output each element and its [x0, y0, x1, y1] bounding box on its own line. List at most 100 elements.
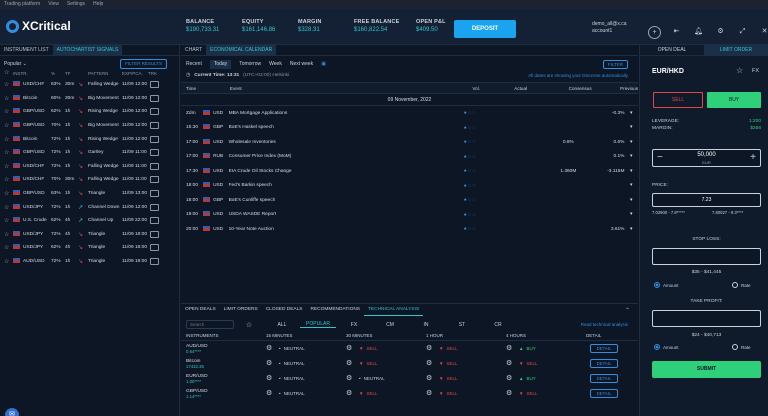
signal-row[interactable]: ☆ GBP/USD 72% 1h ↘ Gartley 11/09 11:00 [0, 146, 179, 160]
tp-radio-rate[interactable]: Rate [732, 344, 751, 350]
filter-popular[interactable]: POPULAR [300, 321, 336, 328]
calendar-row[interactable]: 18:00 GBP BoE's Cunliffe speech ● ◌ ◌ ▾ [181, 193, 638, 208]
close-icon[interactable]: ✕ [758, 26, 768, 39]
track-checkbox[interactable] [150, 135, 159, 143]
star-icon[interactable]: ☆ [4, 122, 13, 129]
tab-limit-order[interactable]: LIMIT ORDER [704, 45, 768, 55]
chevron-down-icon[interactable]: ▾ [624, 227, 638, 232]
tab-instrument-list[interactable]: INSTRUMENT LIST [0, 45, 53, 55]
tab-autochartist-signals[interactable]: AUTOCHARTIST SIGNALS [52, 45, 123, 55]
filter-fx[interactable]: FX [336, 322, 372, 328]
collapse-icon[interactable]: ⌃ [625, 307, 630, 314]
filter-select[interactable]: Popular ⌄ [4, 61, 27, 67]
sl-radio-amount[interactable]: Amount [654, 282, 679, 288]
favorite-star-icon[interactable]: ☆ [736, 66, 743, 75]
star-icon[interactable]: ☆ [4, 231, 13, 238]
ta-row[interactable]: EUR/USD 1.00**** ⚙ • NEUTRAL ⚙ • NEUTRAL ⚙ ▼ SELL ⚙… [181, 371, 638, 386]
ta-row[interactable]: AUD/USD 0.64**** ⚙ • NEUTRAL ⚙ ▼ SELL ⚙ ▼ SELL ⚙ ▲ BU… [181, 341, 638, 356]
filter-in[interactable]: IN [408, 322, 444, 328]
detail-button[interactable]: DETAIL [590, 344, 618, 353]
take-profit-input[interactable] [652, 310, 761, 327]
signal-row[interactable]: ☆ USD/CHF 72% 1h ↘ Falling Wedge 11/09 11:00 [0, 160, 179, 174]
calendar-row[interactable]: 18:00 USD Fed's Barkin speech ● ◌ ◌ ▾ [181, 179, 638, 194]
menu-item-platform[interactable]: Trading platform [4, 0, 40, 9]
filter-st[interactable]: ST [444, 322, 480, 328]
star-icon[interactable]: ☆ [4, 81, 13, 88]
track-checkbox[interactable] [150, 203, 159, 211]
search-input[interactable] [186, 320, 234, 329]
star-icon[interactable]: ☆ [4, 136, 13, 143]
signal-row[interactable]: ☆ U.S. Crude 62% 4h ↗ Channel Up 11/09 22:00 [0, 214, 179, 228]
track-checkbox[interactable] [150, 190, 159, 198]
calendar-row[interactable]: 17:30 USD EIA Crude Oil Stocks Change ● ◌ ◌… [181, 164, 638, 179]
range-next-week[interactable]: Next week [290, 61, 313, 67]
tab-technical-analysis[interactable]: TECHNICAL ANALYSIS [363, 304, 424, 316]
back-icon[interactable]: ⇤ [670, 26, 683, 39]
signal-row[interactable]: ☆ AUD/USD 72% 1h ↘ Triangle 11/09 18:00 [0, 255, 179, 269]
chevron-down-icon[interactable]: ▾ [624, 212, 638, 217]
track-checkbox[interactable] [150, 217, 159, 225]
detail-button[interactable]: DETAIL [590, 389, 618, 398]
track-checkbox[interactable] [150, 81, 159, 89]
detail-button[interactable]: DETAIL [590, 359, 618, 368]
signal-row[interactable]: ☆ GBP/USD 63% 1h ↘ Triangle 11/09 13:00 [0, 187, 179, 201]
star-filter-icon[interactable]: ☆ [234, 321, 264, 329]
tab-open-deal[interactable]: OPEN DEAL [640, 45, 704, 55]
chevron-down-icon[interactable]: ▾ [624, 183, 638, 188]
track-checkbox[interactable] [150, 230, 159, 238]
filter-cr[interactable]: CR [480, 322, 516, 328]
tab-limit-orders[interactable]: LIMIT ORDERS [220, 304, 262, 316]
buy-button[interactable]: BUY [707, 92, 761, 108]
calendar-row[interactable]: 19:00 USD USDA WASDE Report ● ◌ ◌ ▾ [181, 208, 638, 223]
plus-circle-icon[interactable]: + [648, 26, 661, 39]
chevron-down-icon[interactable]: ▾ [624, 198, 638, 203]
deposit-button[interactable]: DEPOSIT [454, 20, 516, 38]
gear-icon[interactable]: ⚙ [714, 26, 727, 39]
track-checkbox[interactable] [150, 122, 159, 130]
menu-item-view[interactable]: View [48, 0, 59, 9]
track-checkbox[interactable] [150, 258, 159, 266]
menu-item-settings[interactable]: Settings [67, 0, 85, 9]
star-icon[interactable]: ☆ [4, 163, 13, 170]
bell-icon[interactable]: 🔔︎ [692, 26, 705, 39]
signal-row[interactable]: ☆ USD/JPY 72% 4h ↘ Triangle 11/09 18:00 [0, 228, 179, 242]
star-icon[interactable]: ☆ [4, 95, 13, 102]
star-icon[interactable]: ☆ [4, 108, 13, 115]
star-icon[interactable]: ☆ [4, 204, 13, 211]
sell-button[interactable]: SELL [653, 92, 703, 108]
signal-row[interactable]: ☆ USD/JPY 62% 4h ↘ Triangle 11/09 18:00 [0, 241, 179, 255]
ta-row[interactable]: Bitcoin 17432.35 ⚙ • NEUTRAL ⚙ ▼ SELL ⚙ ▼ SELL ⚙ ▼ SE… [181, 356, 638, 371]
range-tomorrow[interactable]: Tomorrow [239, 61, 261, 67]
price-field[interactable]: 7.23 [652, 193, 761, 207]
chevron-down-icon[interactable]: ▾ [624, 140, 638, 145]
calendar-row[interactable]: 15:30 GBP BoE's Haskel speech ● ◌ ◌ ▾ [181, 121, 638, 136]
range-today[interactable]: Today [209, 59, 232, 69]
tab-closed-deals[interactable]: CLOSED DEALS [262, 304, 307, 316]
signal-row[interactable]: ☆ USD/JPY 72% 1h ↗ Channel Down 11/09 12:00 [0, 200, 179, 214]
tab-economical-calendar[interactable]: ECONOMICAL CALENDAR [206, 45, 277, 55]
track-checkbox[interactable] [150, 108, 159, 116]
track-checkbox[interactable] [150, 244, 159, 252]
tab-chart[interactable]: CHART [181, 45, 206, 55]
tab-recommendations[interactable]: RECOMMENDATIONS [307, 304, 364, 316]
track-checkbox[interactable] [150, 162, 159, 170]
calendar-row[interactable]: 17:00 USD Wholesale Inventories ● ◌ ◌ 0.8% 0.… [181, 135, 638, 150]
tp-radio-amount[interactable]: Amount [654, 344, 679, 350]
filter-cm[interactable]: CM [372, 322, 408, 328]
star-icon[interactable]: ☆ [4, 217, 13, 224]
plus-icon[interactable]: + [750, 153, 756, 163]
track-checkbox[interactable] [150, 176, 159, 184]
calendar-row[interactable]: 20:00 USD 10-Year Note Auction ● ◌ ◌ 3.61% ▾ [181, 222, 638, 237]
signal-row[interactable]: ☆ Bitcoin 60% 30m ↘ Big Movement 11/09 12:00 [0, 92, 179, 106]
sl-radio-rate[interactable]: Rate [732, 282, 751, 288]
chevron-down-icon[interactable]: ▾ [624, 169, 638, 174]
fullscreen-icon[interactable]: ⤢ [736, 26, 749, 39]
ta-row[interactable]: GBP/USD 1.14**** ⚙ • NEUTRAL ⚙ ▼ SELL ⚙ ▼ SELL ⚙ ▼ SE… [181, 386, 638, 401]
star-icon[interactable]: ☆ [4, 258, 13, 265]
calendar-filter-button[interactable]: FILTER [602, 59, 628, 69]
user-info[interactable]: demo_all@x.ca account1 [592, 21, 627, 35]
signal-row[interactable]: ☆ USD/CHF 63% 30m ↘ Falling Wedge 11/09 12:00 [0, 78, 179, 92]
detail-button[interactable]: DETAIL [590, 374, 618, 383]
chevron-down-icon[interactable]: ▾ [624, 111, 638, 116]
star-icon[interactable]: ☆ [4, 149, 13, 156]
